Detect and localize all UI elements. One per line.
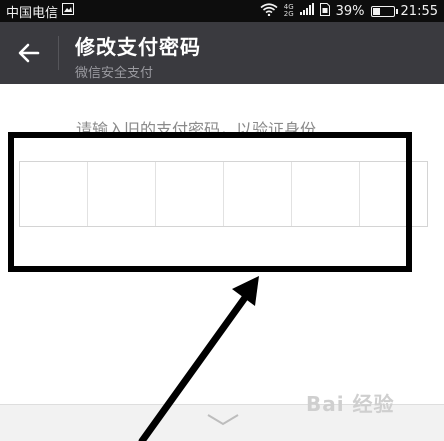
annotation-arrow: [138, 276, 259, 441]
